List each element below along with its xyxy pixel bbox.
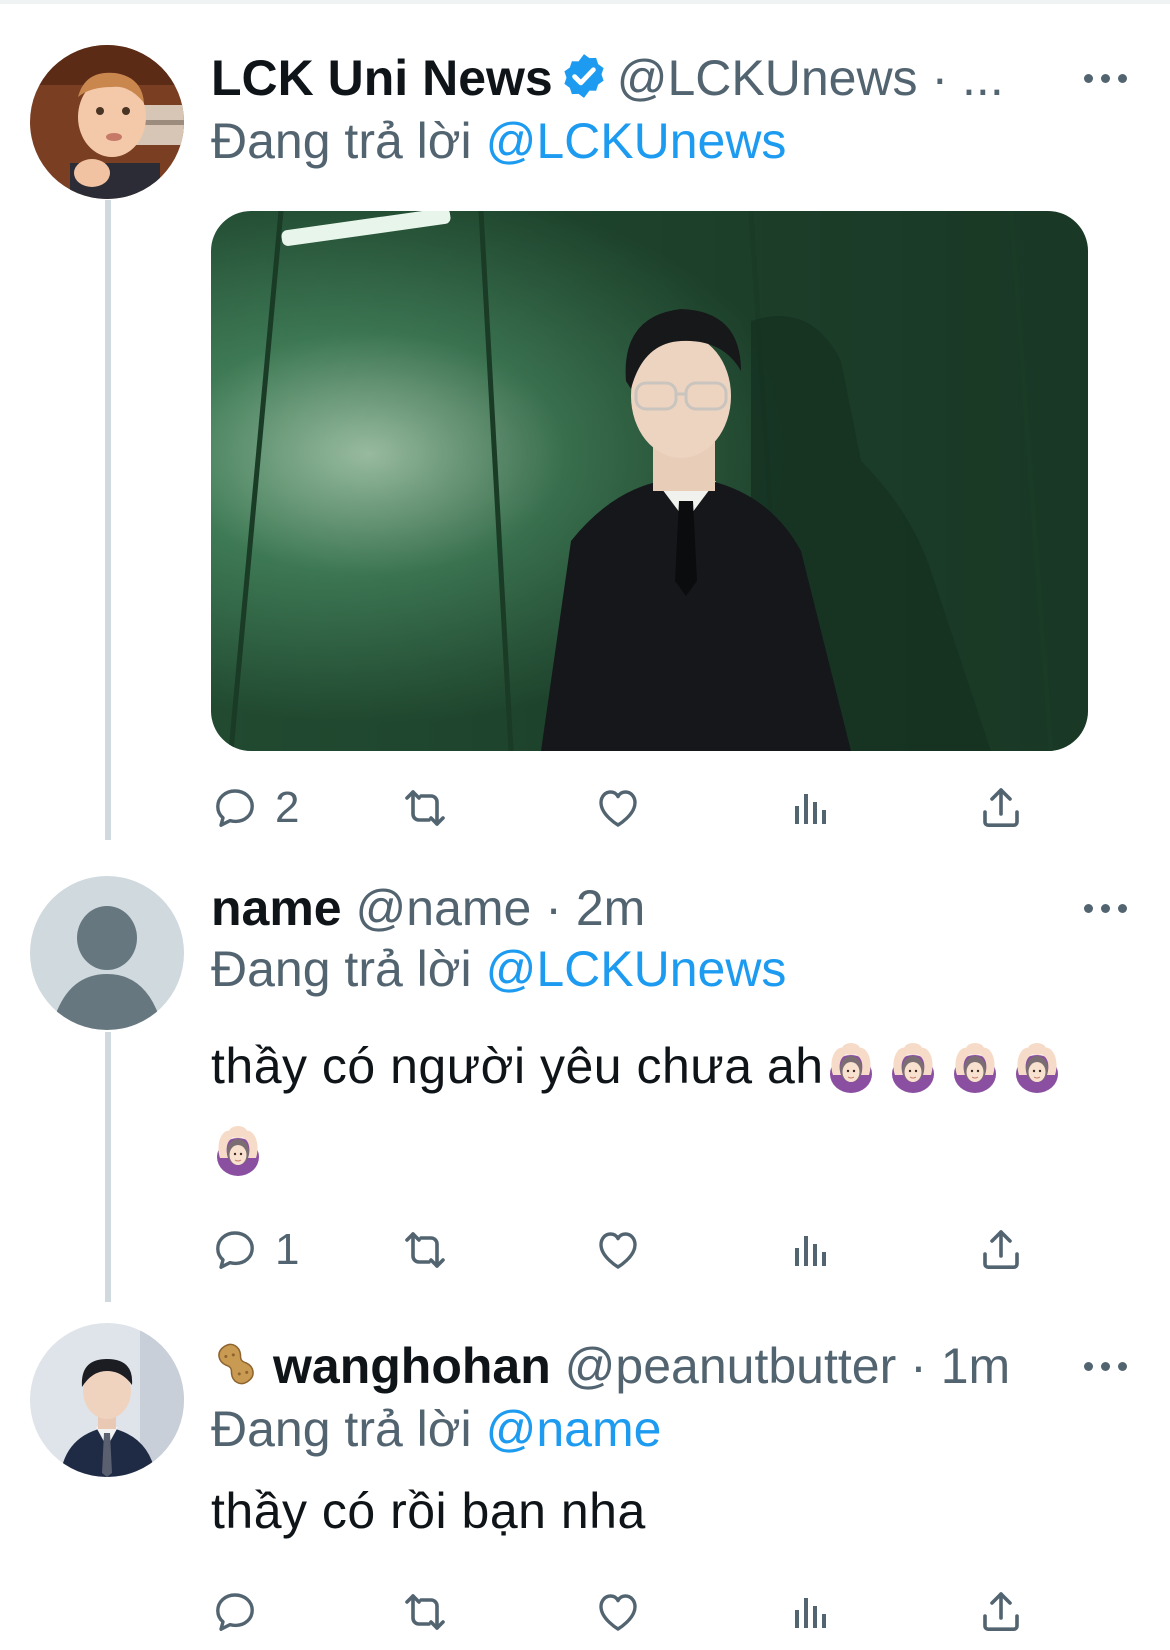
reply-count: 2 [275, 783, 300, 832]
like-button[interactable] [594, 1220, 642, 1280]
handle[interactable]: @name [356, 880, 532, 936]
more-options-icon[interactable] [1084, 900, 1128, 916]
retweet-icon [401, 1588, 449, 1636]
display-name[interactable]: LCK Uni News [211, 50, 553, 106]
tweet-header: name @name · 2m [211, 872, 645, 944]
retweet-icon [401, 784, 449, 832]
share-icon [977, 784, 1025, 832]
more-options-icon[interactable] [1084, 70, 1128, 86]
reply-button[interactable]: 1 [211, 1220, 299, 1280]
thread-line [105, 200, 111, 840]
share-button[interactable] [977, 1582, 1025, 1642]
tweet-actions: 1 [211, 1220, 1081, 1280]
display-name[interactable]: wanghohan [273, 1338, 551, 1394]
peanut-icon [211, 1339, 261, 1389]
tweet-text: thầy có rồi bạn nha [211, 1482, 646, 1540]
replying-to: Đang trả lời @LCKUnews [211, 112, 786, 170]
views-icon [787, 1226, 835, 1274]
reply-count: 1 [275, 1225, 300, 1274]
share-icon [977, 1226, 1025, 1274]
timestamp: ... [962, 50, 1004, 106]
handle[interactable]: @LCKUnews [617, 50, 918, 106]
mention-link[interactable]: @name [486, 1401, 662, 1457]
mention-link[interactable]: @LCKUnews [486, 113, 787, 169]
tweet-media-image[interactable] [211, 211, 1088, 751]
retweet-button[interactable] [401, 1220, 449, 1280]
views-button[interactable] [787, 778, 835, 838]
timestamp: 1m [940, 1338, 1011, 1394]
retweet-icon [401, 1226, 449, 1274]
views-button[interactable] [787, 1582, 835, 1642]
separator: · [545, 880, 562, 936]
avatar[interactable] [30, 1323, 184, 1477]
replying-prefix: Đang trả lời [211, 1401, 472, 1457]
tweet-header: wanghohan @peanutbutter · 1m [211, 1330, 1010, 1402]
like-icon [594, 1226, 642, 1274]
replying-prefix: Đang trả lời [211, 113, 472, 169]
reply-icon [211, 1226, 259, 1274]
replying-to: Đang trả lời @LCKUnews [211, 940, 786, 998]
avatar[interactable] [30, 45, 184, 199]
share-icon [977, 1588, 1025, 1636]
top-divider [0, 0, 1170, 4]
like-button[interactable] [594, 778, 642, 838]
reply-icon [211, 1588, 259, 1636]
tweet-text-line-2 [211, 1120, 273, 1178]
gesture-ok-emoji-icon [948, 1039, 1002, 1093]
tweet-header: LCK Uni News @LCKUnews · ... [211, 42, 1004, 114]
like-icon [594, 1588, 642, 1636]
share-button[interactable] [977, 778, 1025, 838]
views-icon [787, 1588, 835, 1636]
gesture-ok-emoji-icon [211, 1122, 265, 1176]
replying-prefix: Đang trả lời [211, 941, 472, 997]
like-button[interactable] [594, 1582, 642, 1642]
views-icon [787, 784, 835, 832]
thread-line [105, 1032, 111, 1302]
share-button[interactable] [977, 1220, 1025, 1280]
display-name[interactable]: name [211, 880, 342, 936]
replying-to: Đang trả lời @name [211, 1400, 661, 1458]
separator: · [931, 50, 949, 106]
like-icon [594, 784, 642, 832]
timestamp: 2m [575, 880, 646, 936]
default-avatar[interactable] [30, 876, 184, 1030]
separator: · [910, 1338, 927, 1394]
reply-button[interactable] [211, 1582, 259, 1642]
gesture-ok-emoji-icon [886, 1039, 940, 1093]
reply-icon [211, 784, 259, 832]
mention-link[interactable]: @LCKUnews [486, 941, 787, 997]
gesture-ok-emoji-icon [1010, 1039, 1064, 1093]
tweet-actions [211, 1582, 1081, 1642]
retweet-button[interactable] [401, 778, 449, 838]
tweet-text-content: thầy có người yêu chưa ah [211, 1038, 824, 1094]
verified-badge-icon [559, 51, 609, 101]
retweet-button[interactable] [401, 1582, 449, 1642]
views-button[interactable] [787, 1220, 835, 1280]
tweet-text: thầy có người yêu chưa ah [211, 1037, 1072, 1095]
tweet-text-content: thầy có rồi bạn nha [211, 1483, 646, 1539]
gesture-ok-emoji-icon [824, 1039, 878, 1093]
handle[interactable]: @peanutbutter [565, 1338, 897, 1394]
tweet-actions: 2 [211, 778, 1081, 838]
reply-button[interactable]: 2 [211, 778, 299, 838]
more-options-icon[interactable] [1084, 1358, 1128, 1374]
